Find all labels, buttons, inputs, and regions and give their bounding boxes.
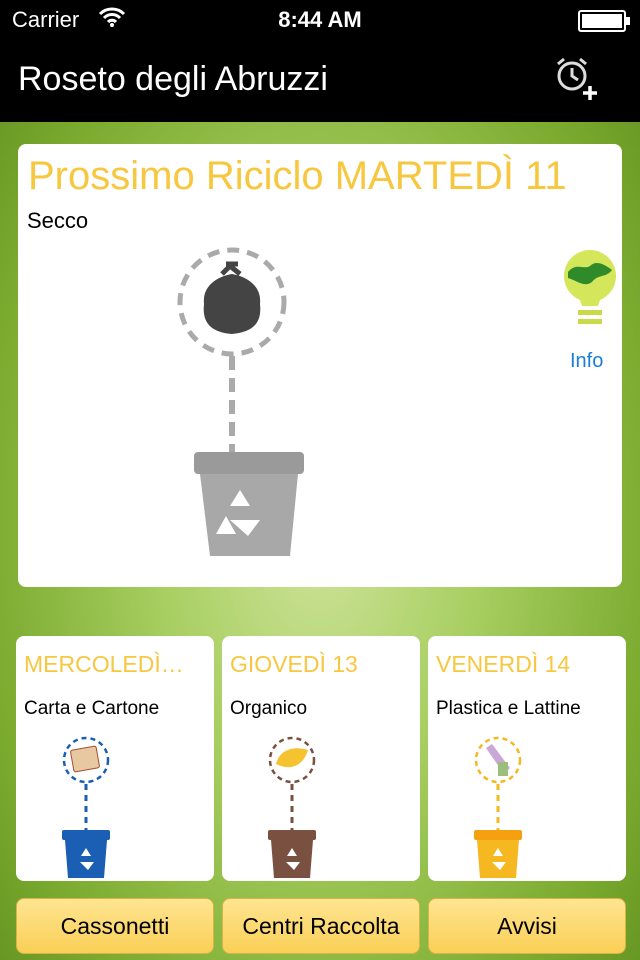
upcoming-day: VENERDÌ 14	[436, 651, 571, 677]
bins-button[interactable]: Cassonetti	[16, 898, 214, 954]
upcoming-card-friday[interactable]: VENERDÌ 14 Plastica e Lattine	[428, 636, 626, 881]
page-title: Roseto degli Abruzzi	[18, 60, 328, 98]
notices-button[interactable]: Avvisi	[428, 898, 626, 954]
navigation-bar: Roseto degli Abruzzi	[0, 40, 640, 122]
upcoming-type: Organico	[230, 698, 308, 719]
clock: 8:44 AM	[278, 7, 362, 32]
upcoming-card-thursday[interactable]: GIOVEDÌ 13 Organico	[222, 636, 420, 881]
next-collection-type: Secco	[27, 208, 89, 233]
alarm-add-icon[interactable]	[552, 54, 600, 102]
next-collection-day: Prossimo Riciclo MARTEDÌ 11	[28, 154, 567, 198]
upcoming-type: Carta e Cartone	[24, 698, 160, 719]
upcoming-card-wednesday[interactable]: MERCOLEDÌ… Carta e Cartone	[16, 636, 214, 881]
info-bulb-icon[interactable]	[562, 248, 618, 332]
upcoming-day: MERCOLEDÌ…	[24, 651, 184, 677]
upcoming-type: Plastica e Lattine	[436, 698, 581, 719]
next-collection-card: Prossimo Riciclo MARTEDÌ 11 Secco Info	[18, 144, 622, 587]
black-bag-grey-bin-icon	[177, 247, 304, 556]
status-bar: Carrier 8:44 AM	[0, 0, 640, 40]
upcoming-day: GIOVEDÌ 13	[230, 651, 358, 677]
organic-leaf-icon	[268, 736, 316, 878]
plastic-cans-icon	[474, 736, 522, 878]
paper-cardboard-icon	[62, 736, 110, 878]
collection-centers-button[interactable]: Centri Raccolta	[222, 898, 420, 954]
info-link[interactable]: Info	[570, 350, 603, 373]
battery-icon	[578, 10, 630, 32]
